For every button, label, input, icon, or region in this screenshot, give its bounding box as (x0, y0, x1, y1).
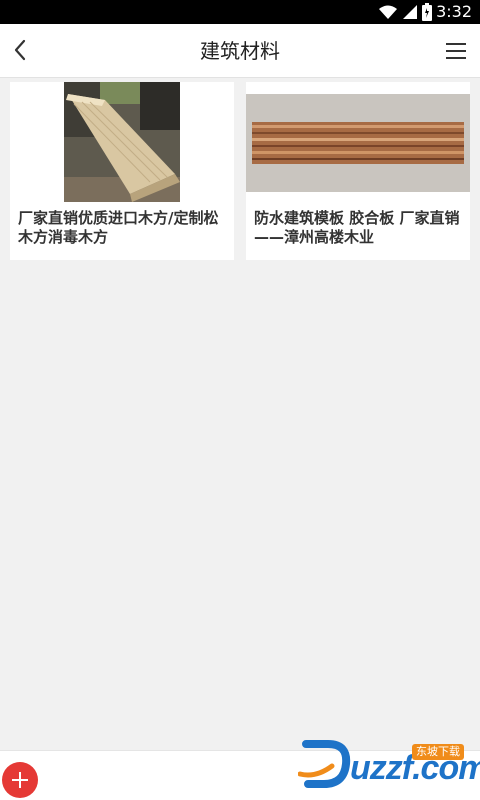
battery-icon (422, 3, 432, 21)
product-image-plywood (246, 82, 470, 202)
product-image-wood-stack (10, 82, 234, 202)
signal-icon (403, 5, 417, 19)
app-bar: 建筑材料 (0, 24, 480, 78)
watermark-emblem-icon (298, 740, 351, 788)
page-title: 建筑材料 (200, 39, 280, 63)
status-time: 3:32 (436, 2, 472, 21)
product-card[interactable]: 防水建筑模板 胶合板 厂家直销——漳州高楼木业 (246, 82, 470, 260)
product-grid: 厂家直销优质进口木方/定制松木方消毒木方 防水建筑模板 胶合板 厂家直销——漳州… (10, 82, 470, 262)
add-button[interactable] (2, 762, 38, 798)
product-title: 厂家直销优质进口木方/定制松木方消毒木方 (18, 209, 219, 246)
add-icon (12, 772, 28, 788)
menu-icon[interactable] (444, 40, 468, 62)
status-bar: 3:32 (0, 0, 480, 24)
watermark-badge: 东坡下载 (412, 744, 464, 760)
product-title: 防水建筑模板 胶合板 厂家直销——漳州高楼木业 (254, 209, 460, 246)
wifi-icon (379, 5, 397, 19)
watermark-logo: uzzf.com 东坡下载 (298, 738, 480, 790)
product-card[interactable]: 厂家直销优质进口木方/定制松木方消毒木方 (10, 82, 234, 260)
